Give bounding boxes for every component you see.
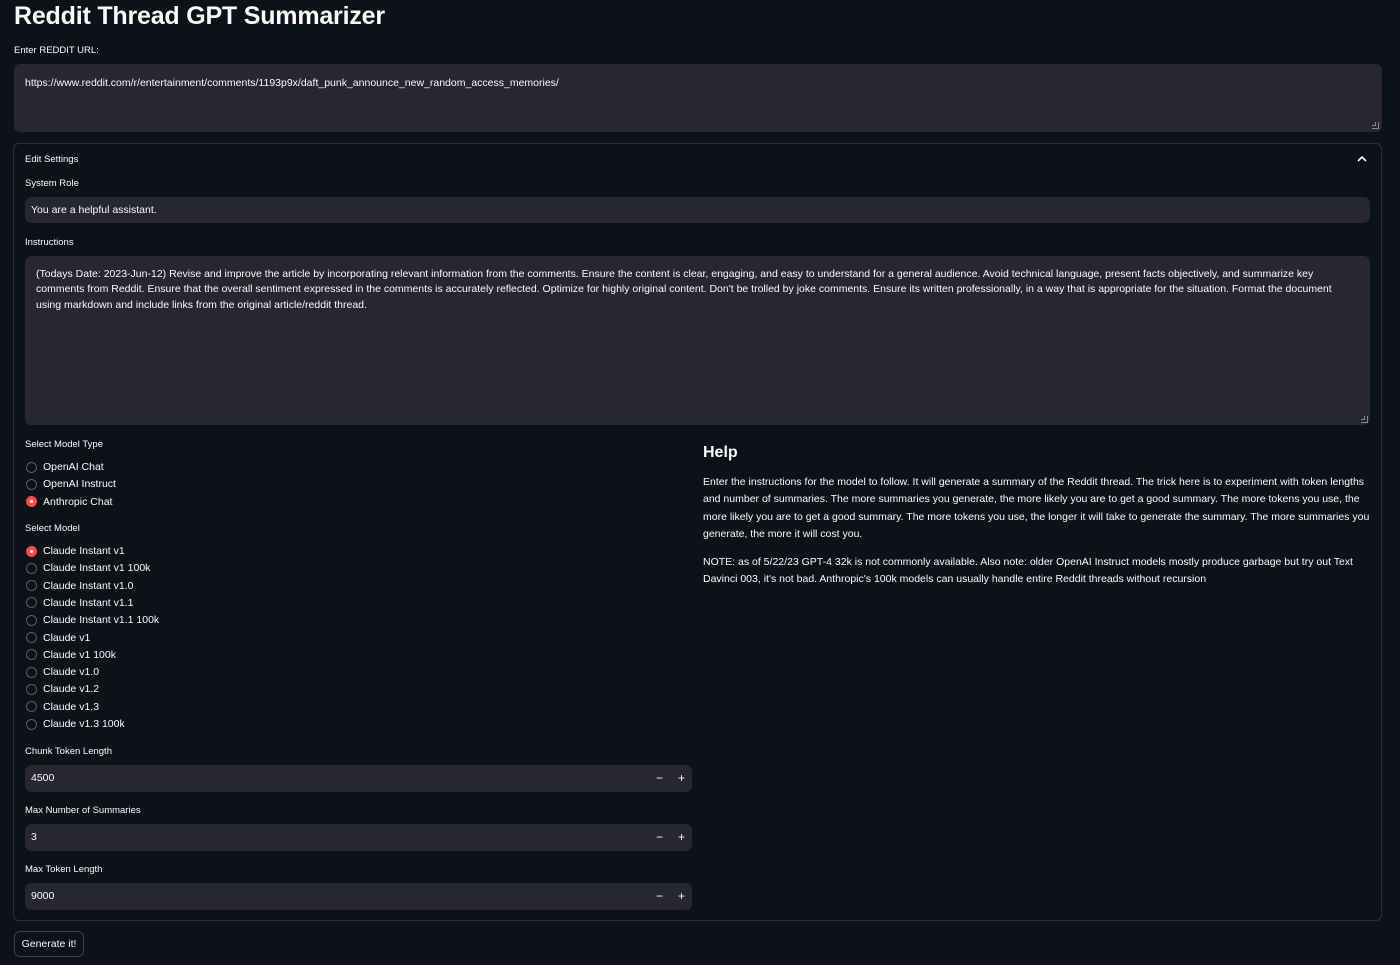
max-token-length-stepper[interactable]: 9000 − + xyxy=(25,883,692,910)
radio-option-claude-v1-3[interactable]: Claude v1.3 xyxy=(26,700,99,714)
radio-option-label: Claude v1.0 xyxy=(43,666,100,679)
radio-unchecked-icon[interactable] xyxy=(26,649,37,661)
radio-unchecked-icon[interactable] xyxy=(26,701,37,713)
chunk-token-length-plus-button[interactable]: + xyxy=(671,765,692,792)
system-role-input[interactable] xyxy=(25,197,1370,223)
radio-unchecked-icon[interactable] xyxy=(26,461,37,473)
radio-unchecked-icon[interactable] xyxy=(26,718,37,730)
radio-option-claude-instant-v1-0[interactable]: Claude Instant v1.0 xyxy=(26,579,133,593)
url-label: Enter REDDIT URL: xyxy=(14,45,99,56)
radio-option-label: Claude Instant v1.1 100k xyxy=(43,614,160,627)
instructions-resize-handle[interactable] xyxy=(1361,416,1368,423)
radio-option-label: Claude Instant v1.0 xyxy=(43,579,134,592)
radio-unchecked-icon[interactable] xyxy=(26,683,37,695)
radio-unchecked-icon[interactable] xyxy=(26,562,37,574)
radio-unchecked-icon[interactable] xyxy=(26,478,37,490)
radio-unchecked-icon[interactable] xyxy=(26,580,37,592)
radio-option-claude-v1-2[interactable]: Claude v1.2 xyxy=(26,682,99,696)
model-label: Select Model xyxy=(25,523,80,534)
system-role-label: System Role xyxy=(25,178,79,189)
radio-checked-icon[interactable] xyxy=(26,496,37,508)
radio-option-label: Claude v1.2 xyxy=(43,683,100,696)
chunk-token-length-stepper[interactable]: 4500 − + xyxy=(25,765,692,792)
radio-option-label: Anthropic Chat xyxy=(43,495,113,508)
max-summaries-value[interactable]: 3 xyxy=(31,824,37,851)
radio-option-claude-v1[interactable]: Claude v1 xyxy=(26,631,90,645)
radio-unchecked-icon[interactable] xyxy=(26,666,37,678)
instructions-label: Instructions xyxy=(25,237,74,248)
radio-option-label: Claude v1.3 xyxy=(43,700,100,713)
radio-option-label: Claude v1 xyxy=(43,631,91,644)
radio-checked-icon[interactable] xyxy=(26,545,37,557)
model-type-label: Select Model Type xyxy=(25,439,103,450)
radio-unchecked-icon[interactable] xyxy=(26,632,37,643)
max-token-length-value[interactable]: 9000 xyxy=(31,883,54,910)
reddit-url-input[interactable] xyxy=(14,64,1382,132)
app-page: Reddit Thread GPT Summarizer Enter REDDI… xyxy=(0,0,1400,965)
max-token-length-minus-button[interactable]: − xyxy=(649,883,670,910)
help-paragraph-2: NOTE: as of 5/22/23 GPT-4 32k is not com… xyxy=(703,556,1353,586)
settings-expander-header[interactable]: Edit Settings xyxy=(25,154,78,165)
help-heading: Help xyxy=(703,444,738,461)
radio-option-anthropic-chat[interactable]: Anthropic Chat xyxy=(26,495,112,509)
radio-unchecked-icon[interactable] xyxy=(26,614,37,626)
radio-option-label: Claude v1.3 100k xyxy=(43,718,125,730)
radio-option-label: OpenAI Instruct xyxy=(43,478,116,491)
max-token-length-plus-button[interactable]: + xyxy=(671,883,692,910)
radio-option-label: Claude v1 100k xyxy=(43,648,116,661)
chevron-up-icon[interactable] xyxy=(1355,152,1369,166)
radio-option-claude-v1-3-100k[interactable]: Claude v1.3 100k xyxy=(26,717,125,731)
radio-option-label: Claude Instant v1 100k xyxy=(43,562,151,575)
radio-option-label: Claude Instant v1 xyxy=(43,545,125,557)
radio-option-claude-instant-v1-1-100k[interactable]: Claude Instant v1.1 100k xyxy=(26,613,159,627)
radio-option-claude-instant-v1[interactable]: Claude Instant v1 xyxy=(26,544,125,558)
radio-option-claude-instant-v1-1[interactable]: Claude Instant v1.1 xyxy=(26,596,133,610)
chunk-token-length-label: Chunk Token Length xyxy=(25,746,112,757)
radio-unchecked-icon[interactable] xyxy=(26,597,37,609)
url-resize-handle[interactable] xyxy=(1372,122,1379,129)
max-summaries-plus-button[interactable]: + xyxy=(671,824,692,851)
max-token-length-label: Max Token Length xyxy=(25,864,103,875)
radio-option-openai-chat[interactable]: OpenAI Chat xyxy=(26,460,104,474)
max-summaries-label: Max Number of Summaries xyxy=(25,805,141,816)
radio-option-claude-v1-0[interactable]: Claude v1.0 xyxy=(26,665,99,679)
radio-option-label: Claude Instant v1.1 xyxy=(43,596,134,609)
chunk-token-length-minus-button[interactable]: − xyxy=(649,765,670,792)
max-summaries-minus-button[interactable]: − xyxy=(649,824,670,851)
chunk-token-length-value[interactable]: 4500 xyxy=(31,765,54,792)
page-title: Reddit Thread GPT Summarizer xyxy=(14,2,385,30)
radio-option-claude-v1-100k[interactable]: Claude v1 100k xyxy=(26,648,116,662)
instructions-textarea[interactable] xyxy=(25,256,1370,425)
help-paragraph-1: Enter the instructions for the model to … xyxy=(703,476,1370,541)
generate-button[interactable]: Generate it! xyxy=(14,931,84,957)
radio-option-claude-instant-v1-100k[interactable]: Claude Instant v1 100k xyxy=(26,561,150,575)
radio-option-openai-instruct[interactable]: OpenAI Instruct xyxy=(26,477,116,491)
max-summaries-stepper[interactable]: 3 − + xyxy=(25,824,692,851)
radio-option-label: OpenAI Chat xyxy=(43,461,104,473)
